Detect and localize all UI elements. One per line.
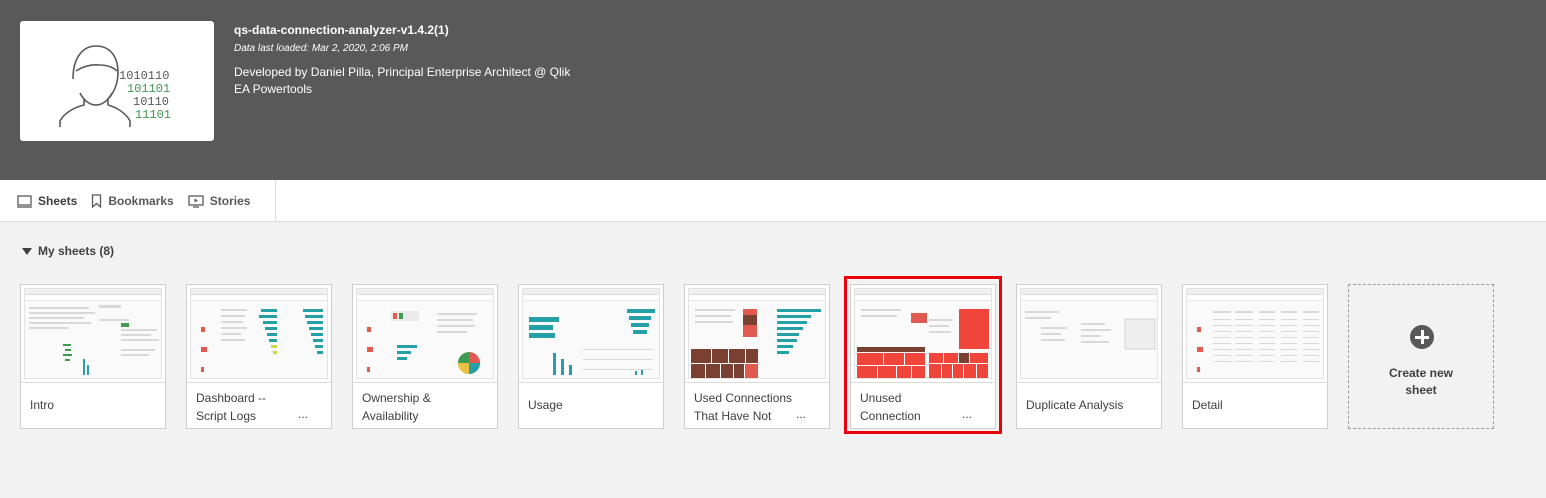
asset-tabbar: Sheets Bookmarks Stories xyxy=(0,180,1546,222)
app-description: Developed by Daniel Pilla, Principal Ent… xyxy=(234,64,570,98)
my-sheets-toggle[interactable]: My sheets (8) xyxy=(22,244,114,258)
sheet-card-dashboard-script-logs[interactable]: Dashboard -- Script Logs ... xyxy=(186,284,332,429)
sheet-card-intro[interactable]: Intro xyxy=(20,284,166,429)
sheet-thumbnail xyxy=(1020,288,1158,379)
sheet-card-ownership-availability[interactable]: Ownership & Availability xyxy=(352,284,498,429)
binary-line-3: 10110 xyxy=(133,95,169,109)
sheet-title: Detail xyxy=(1192,398,1223,412)
description-line-2: EA Powertools xyxy=(234,82,313,96)
sheet-title: Duplicate Analysis xyxy=(1026,398,1124,412)
sheet-title: Used Connections That Have Not xyxy=(694,391,793,423)
sheet-thumbnail xyxy=(190,288,328,379)
sheet-title: Dashboard -- Script Logs xyxy=(196,391,267,423)
sheet-card-duplicate-analysis[interactable]: Duplicate Analysis xyxy=(1016,284,1162,429)
sheets-icon xyxy=(17,194,32,208)
selection-highlight xyxy=(844,276,1002,434)
asset-tabs: Sheets Bookmarks Stories xyxy=(0,180,276,222)
create-new-sheet-button[interactable]: Create new sheet xyxy=(1348,284,1494,429)
sheet-card-used-connections[interactable]: Used Connections That Have Not ... xyxy=(684,284,830,429)
sheet-thumbnail xyxy=(522,288,660,379)
data-last-loaded: Data last loaded: Mar 2, 2020, 2:06 PM xyxy=(234,43,408,54)
sheet-title: Ownership & Availability xyxy=(362,391,431,423)
binary-line-1: 1010110 xyxy=(119,69,169,83)
title-ellipsis: ... xyxy=(796,407,807,421)
app-header: 1010110 101101 10110 11101 qs-data-conne… xyxy=(0,0,1546,180)
tab-stories-label: Stories xyxy=(209,194,251,208)
sheet-card-detail[interactable]: Detail xyxy=(1182,284,1328,429)
sheet-thumbnail xyxy=(1186,288,1324,379)
description-line-1: Developed by Daniel Pilla, Principal Ent… xyxy=(234,65,571,79)
sheet-thumbnail xyxy=(356,288,494,379)
tab-bookmarks[interactable]: Bookmarks xyxy=(91,194,174,208)
sheet-thumbnail xyxy=(24,288,162,379)
tab-sheets-label: Sheets xyxy=(38,194,78,208)
sheet-title: Usage xyxy=(528,398,563,412)
app-title: qs-data-connection-analyzer-v1.4.2(1) xyxy=(234,23,449,37)
app-info: qs-data-connection-analyzer-v1.4.2(1) Da… xyxy=(234,22,570,98)
bookmark-icon xyxy=(92,194,102,208)
tab-stories[interactable]: Stories xyxy=(188,194,251,208)
title-ellipsis: ... xyxy=(298,407,309,421)
tab-bookmarks-label: Bookmarks xyxy=(108,194,174,208)
binary-line-4: 11101 xyxy=(135,108,171,122)
my-sheets-title: My sheets (8) xyxy=(38,244,115,258)
sheet-thumbnail xyxy=(688,288,826,379)
binary-line-2: 101101 xyxy=(127,82,170,96)
triangle-down-icon xyxy=(22,247,32,255)
create-new-sheet-label: Create new sheet xyxy=(1388,366,1454,397)
tab-sheets[interactable]: Sheets xyxy=(17,194,77,208)
app-thumbnail: 1010110 101101 10110 11101 xyxy=(20,21,214,141)
sheet-title: Intro xyxy=(30,398,55,412)
sheet-card-usage[interactable]: Usage xyxy=(518,284,664,429)
plus-circle-icon xyxy=(1410,325,1434,349)
stories-icon xyxy=(188,194,204,208)
user-avatar-icon: 1010110 101101 10110 11101 xyxy=(59,45,171,127)
